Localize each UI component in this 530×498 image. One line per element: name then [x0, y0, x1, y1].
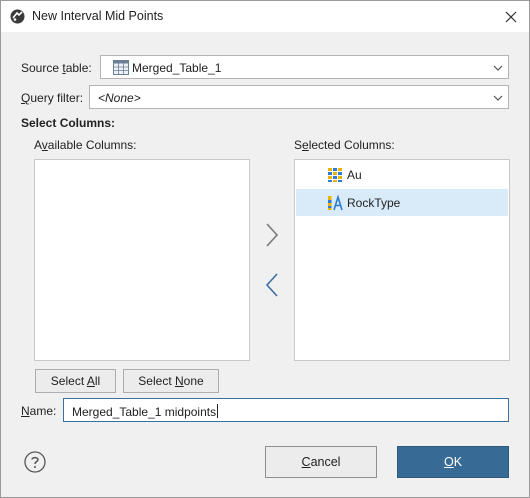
available-columns-list[interactable] [34, 159, 250, 361]
chevron-down-icon [493, 95, 503, 101]
query-filter-label: Query filter: [21, 91, 84, 105]
title-bar: New Interval Mid Points [1, 1, 529, 32]
table-icon [113, 60, 129, 75]
close-button[interactable] [493, 1, 529, 32]
selected-column-item-rocktype[interactable]: RockType [296, 189, 508, 216]
move-left-arrow-icon[interactable] [262, 271, 282, 299]
cancel-button[interactable]: Cancel [265, 446, 377, 478]
window-title: New Interval Mid Points [32, 9, 164, 23]
close-icon [505, 11, 517, 22]
selected-columns-label: Selected Columns: [294, 138, 395, 152]
ok-button[interactable]: OK [397, 446, 509, 478]
numeric-column-icon [328, 168, 342, 182]
column-label: RockType [347, 196, 401, 210]
text-caret [217, 404, 219, 418]
column-label: Au [347, 168, 362, 182]
select-none-button[interactable]: Select None [123, 369, 219, 393]
selected-column-item-au[interactable]: Au [296, 161, 508, 188]
select-all-button[interactable]: Select All [35, 369, 116, 393]
source-table-value: Merged_Table_1 [132, 61, 222, 75]
chevron-down-icon [493, 65, 503, 71]
select-columns-heading: Select Columns: [21, 116, 116, 130]
selected-columns-list[interactable]: Au RockType [294, 159, 510, 361]
query-filter-dropdown[interactable]: <None> [89, 85, 509, 109]
app-logo-icon [10, 9, 25, 24]
source-table-label: Source table: [21, 61, 92, 75]
name-label: Name: [21, 404, 57, 418]
move-right-arrow-icon[interactable] [262, 221, 282, 249]
help-icon[interactable] [24, 451, 46, 473]
name-input-value: Merged_Table_1 midpoints [72, 404, 219, 419]
category-column-icon [328, 195, 343, 211]
name-input[interactable]: Merged_Table_1 midpoints [63, 398, 509, 422]
query-filter-value: <None> [98, 91, 141, 105]
available-columns-label: Available Columns: [34, 138, 137, 152]
dialog-window: New Interval Mid Points Source table: Me… [0, 0, 530, 498]
source-table-dropdown[interactable]: Merged_Table_1 [100, 55, 509, 79]
